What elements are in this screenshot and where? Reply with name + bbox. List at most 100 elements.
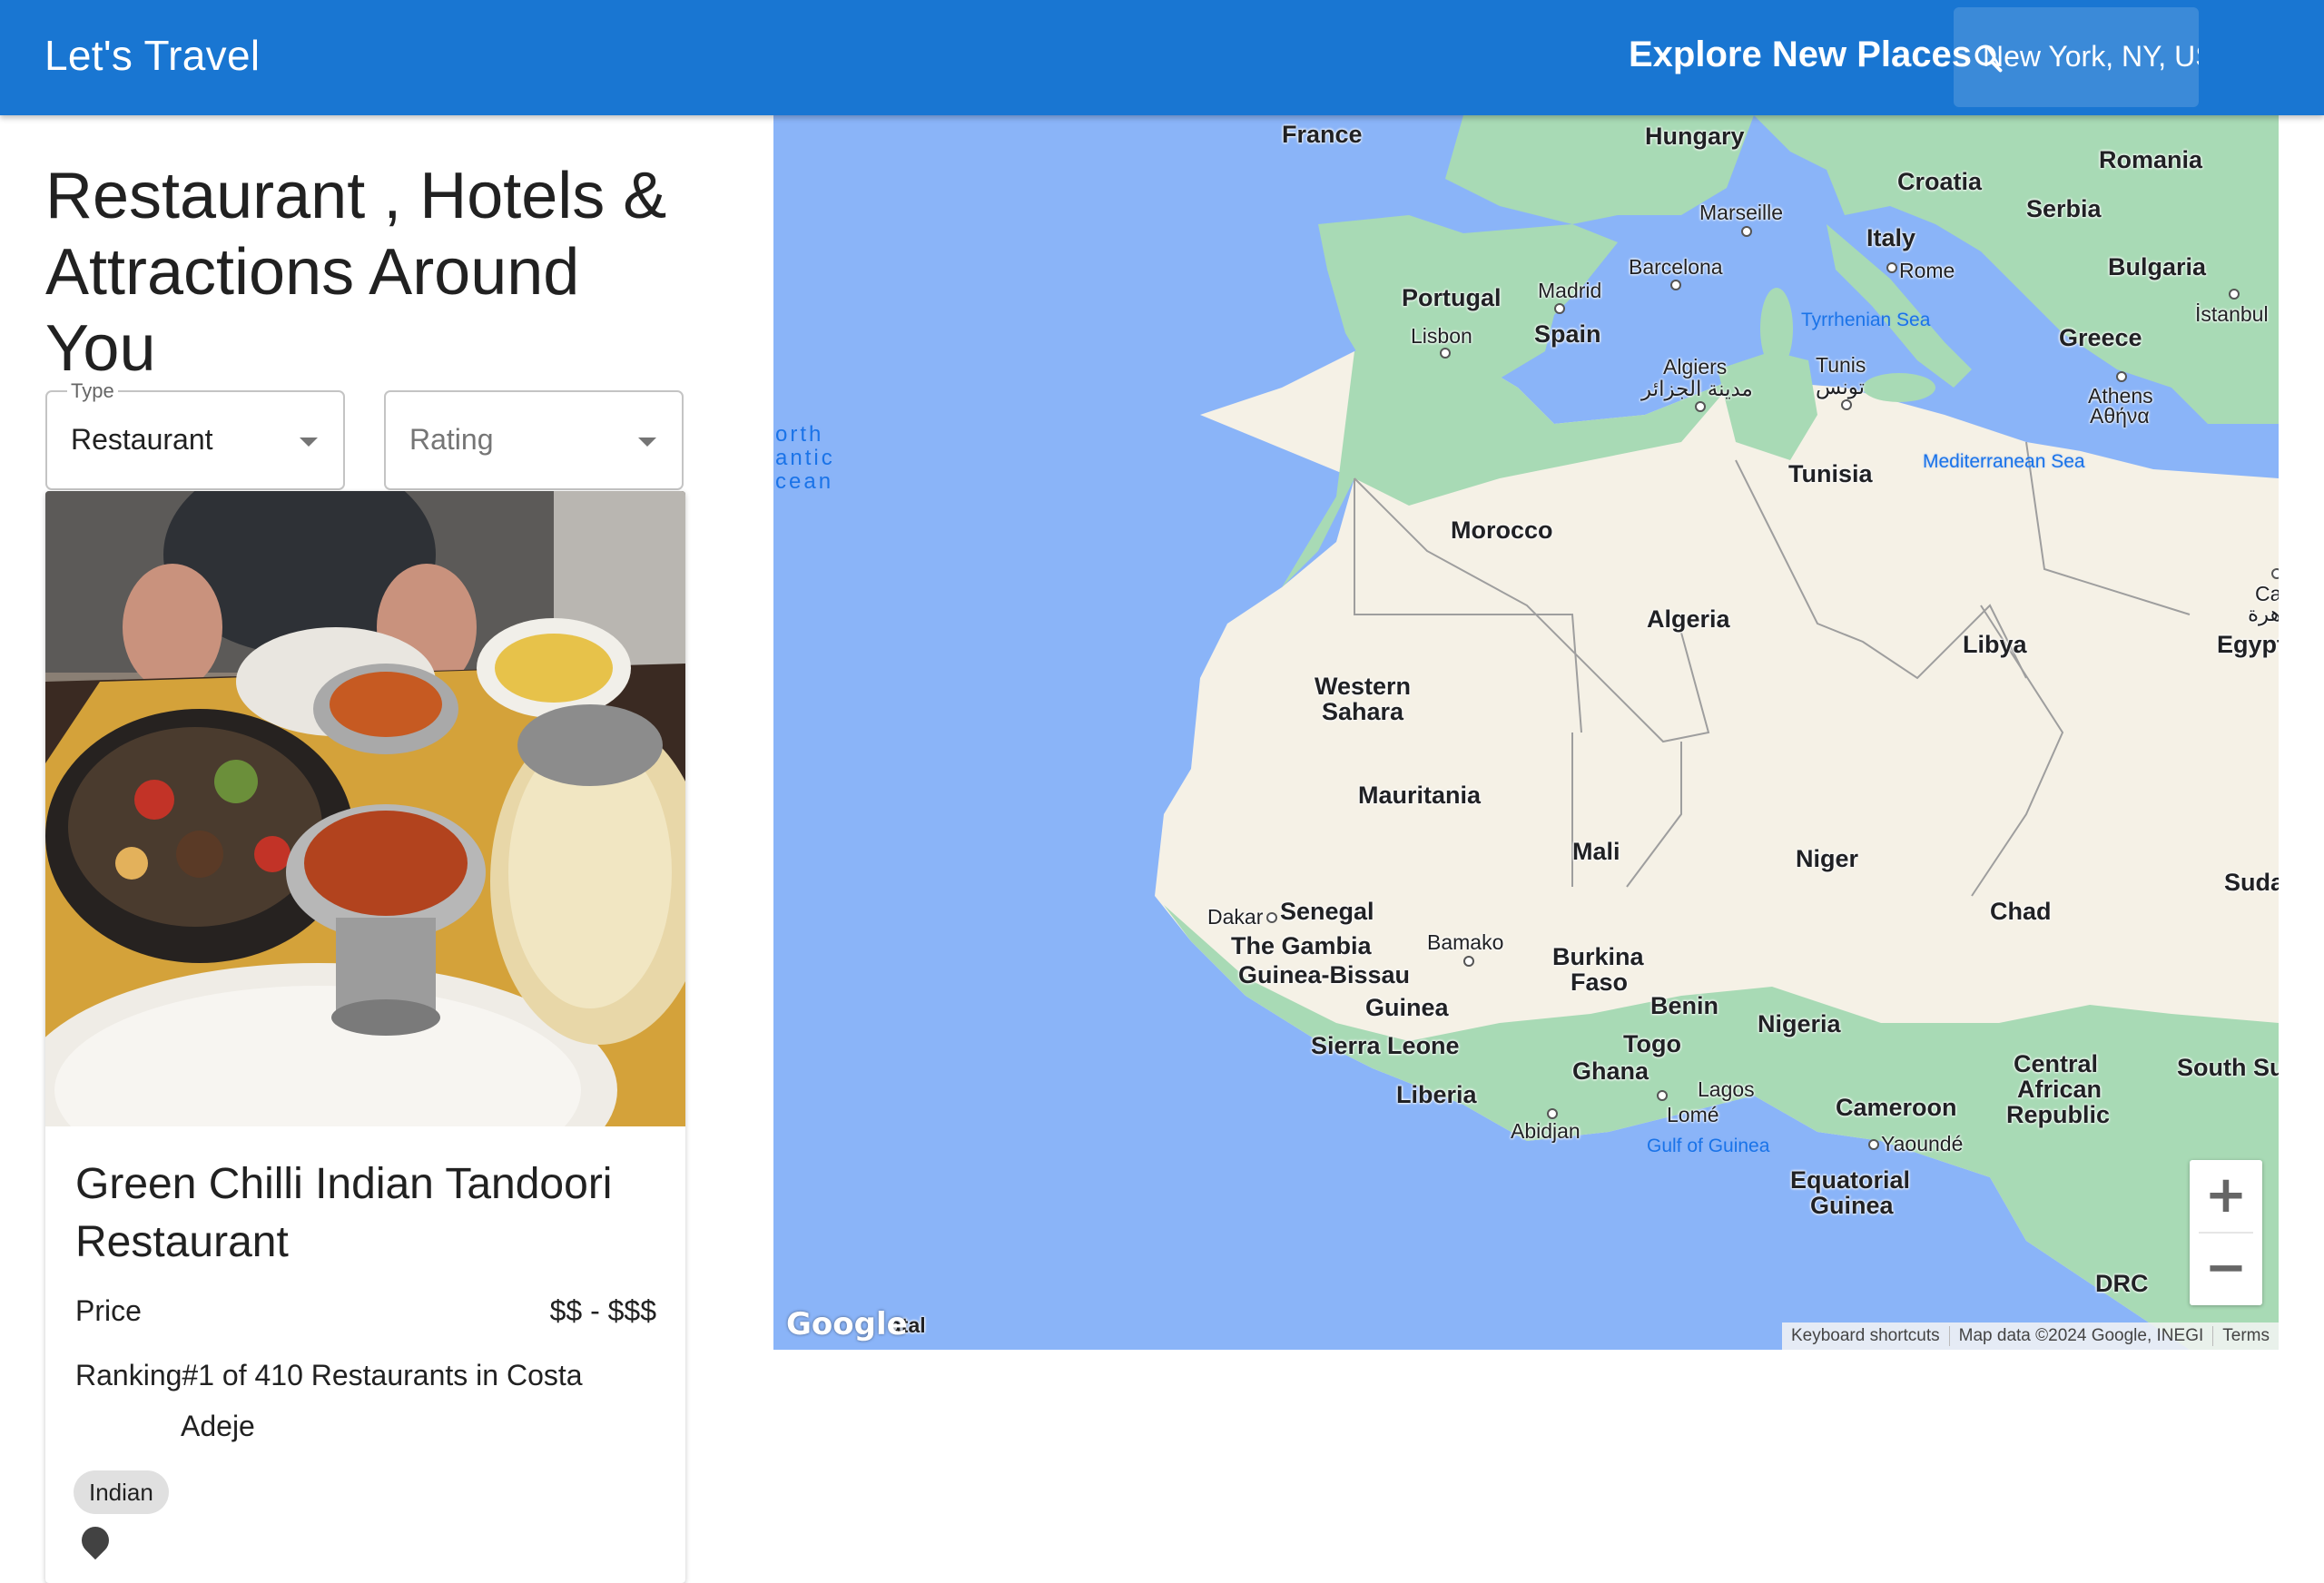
chevron-down-icon xyxy=(638,438,656,447)
type-select-value: Restaurant xyxy=(71,423,213,456)
app-title[interactable]: Let's Travel xyxy=(44,31,260,80)
map-city-dot xyxy=(1741,226,1752,237)
google-logo[interactable]: Google xyxy=(786,1306,908,1342)
map-label-ghana: Ghana xyxy=(1572,1057,1649,1085)
map-label-north-atlantic-1: orth xyxy=(775,422,824,447)
zoom-control: + − xyxy=(2190,1160,2262,1305)
map-label-togo: Togo xyxy=(1623,1030,1681,1057)
map-city-dot xyxy=(1463,956,1474,967)
map-label-lagos: Lagos xyxy=(1698,1077,1755,1101)
map-label-croatia: Croatia xyxy=(1897,168,1983,195)
map-data-text: Map data ©2024 Google, INEGI xyxy=(1948,1326,2213,1346)
price-label: Price xyxy=(75,1294,142,1327)
explore-label: Explore New Places xyxy=(1629,34,1972,74)
map-label-nigeria: Nigeria xyxy=(1758,1010,1841,1037)
map-label-lisbon: Lisbon xyxy=(1411,324,1472,348)
map-label-italy: Italy xyxy=(1866,224,1916,251)
map-label-cameroon: Cameroon xyxy=(1836,1094,1957,1121)
map[interactable]: Hungary France Romania Croatia Serbia Ma… xyxy=(773,115,2279,1350)
map-label-niger: Niger xyxy=(1796,845,1859,872)
type-select-label: Type xyxy=(67,379,118,403)
map-label-eq-guinea-1: Equatorial xyxy=(1790,1166,1911,1194)
map-label-france: France xyxy=(1282,121,1363,148)
map-land xyxy=(1155,115,2279,1350)
cuisine-chip[interactable]: Indian xyxy=(74,1470,169,1514)
search-input[interactable] xyxy=(1983,31,2199,82)
map-label-lome: Lomé xyxy=(1667,1103,1719,1126)
map-label-abidjan: Abidjan xyxy=(1511,1119,1581,1143)
map-label-car-2: African xyxy=(2017,1076,2102,1103)
map-label-portugal: Portugal xyxy=(1402,284,1502,311)
map-label-guinea-bissau: Guinea-Bissau xyxy=(1238,961,1411,988)
price-value: $$ - $$$ xyxy=(549,1294,656,1327)
map-label-tunis: Tunis xyxy=(1816,353,1866,377)
map-label-egypt: Egypt xyxy=(2217,631,2279,658)
map-label-mediterranean: Mediterranean Sea xyxy=(1923,451,2085,472)
keyboard-shortcuts-link[interactable]: Keyboard shortcuts xyxy=(1782,1326,1949,1346)
map-label-eq-guinea-2: Guinea xyxy=(1810,1192,1894,1219)
rating-select[interactable]: Rating xyxy=(384,390,684,490)
map-attribution: Keyboard shortcuts Map data ©2024 Google… xyxy=(1781,1322,2279,1350)
map-label-bulgaria: Bulgaria xyxy=(2108,253,2207,280)
rating-select-placeholder: Rating xyxy=(409,423,494,456)
map-city-dot xyxy=(1695,401,1706,412)
map-label-north-atlantic-2: antic xyxy=(775,446,835,470)
map-label-burkina-1: Burkina xyxy=(1552,943,1644,970)
search-box[interactable] xyxy=(1954,7,2199,107)
map-city-dot xyxy=(1547,1108,1558,1119)
map-label-yaounde: Yaoundé xyxy=(1881,1132,1964,1155)
map-label-morocco: Morocco xyxy=(1451,516,1553,544)
map-city-dot xyxy=(1841,399,1852,410)
map-city-dot xyxy=(1554,303,1565,314)
map-label-hungary: Hungary xyxy=(1645,123,1745,150)
location-pin-icon xyxy=(75,1520,115,1560)
map-label-liberia: Liberia xyxy=(1396,1081,1477,1108)
map-label-dakar: Dakar xyxy=(1207,905,1264,929)
map-city-dot xyxy=(1868,1139,1879,1150)
map-label-car-3: Republic xyxy=(2006,1101,2111,1128)
ranking-text: Ranking#1 of 410 Restaurants in Costa Ad… xyxy=(75,1350,638,1451)
map-label-athens-gr: Αθήνα xyxy=(2090,404,2150,428)
map-label-benin: Benin xyxy=(1650,992,1719,1019)
map-label-bamako: Bamako xyxy=(1427,930,1504,954)
map-label-algiers: Algiers xyxy=(1663,355,1728,379)
ranking-label: Ranking#1 of 410 Restaurants in Costa xyxy=(75,1359,583,1391)
zoom-out-button[interactable]: − xyxy=(2190,1233,2262,1305)
map-label-tunis-ar: تونس xyxy=(1816,375,1866,398)
map-label-algiers-ar: مدينة الجزائر xyxy=(1641,377,1753,400)
map-label-cairo-2: هرة xyxy=(2248,602,2279,625)
type-select[interactable]: Type Restaurant xyxy=(45,379,345,490)
map-label-serbia: Serbia xyxy=(2026,195,2102,222)
map-label-mali: Mali xyxy=(1572,838,1620,865)
chevron-down-icon xyxy=(300,438,318,447)
map-label-burkina-2: Faso xyxy=(1571,968,1629,996)
map-city-dot xyxy=(1440,348,1451,359)
map-label-western-sahara-2: Sahara xyxy=(1322,698,1404,725)
map-label-spain: Spain xyxy=(1534,320,1601,348)
map-label-sudan: Suda xyxy=(2224,869,2279,896)
map-city-dot xyxy=(2229,289,2240,300)
map-city-dot xyxy=(2116,371,2127,382)
map-label-mauritania: Mauritania xyxy=(1358,782,1482,809)
map-label-gulf-guinea: Gulf of Guinea xyxy=(1647,1136,1770,1156)
map-city-dot xyxy=(1266,912,1277,923)
map-label-tunisia: Tunisia xyxy=(1788,460,1873,487)
map-label-car-1: Central xyxy=(2014,1050,2099,1077)
map-label-istanbul: İstanbul xyxy=(2195,302,2269,326)
place-photo xyxy=(45,491,685,1126)
zoom-in-button[interactable]: + xyxy=(2190,1160,2262,1233)
terms-link[interactable]: Terms xyxy=(2212,1326,2279,1346)
map-city-dot xyxy=(2271,568,2279,579)
map-label-algeria: Algeria xyxy=(1647,605,1730,633)
map-label-marseille: Marseille xyxy=(1699,201,1784,224)
map-label-chad: Chad xyxy=(1990,898,2052,925)
place-card[interactable]: Green Chilli Indian Tandoori Restaurant … xyxy=(45,491,685,1583)
map-label-barcelona: Barcelona xyxy=(1629,255,1723,279)
map-label-south-sudan: South Su xyxy=(2177,1054,2279,1081)
map-city-dot xyxy=(1886,262,1897,273)
map-label-drc: DRC xyxy=(2095,1270,2149,1297)
map-city-dot xyxy=(1670,280,1681,290)
map-label-guinea: Guinea xyxy=(1365,994,1449,1021)
map-city-dot xyxy=(1657,1090,1668,1101)
app-bar: Let's Travel Explore New Places xyxy=(0,0,2324,115)
